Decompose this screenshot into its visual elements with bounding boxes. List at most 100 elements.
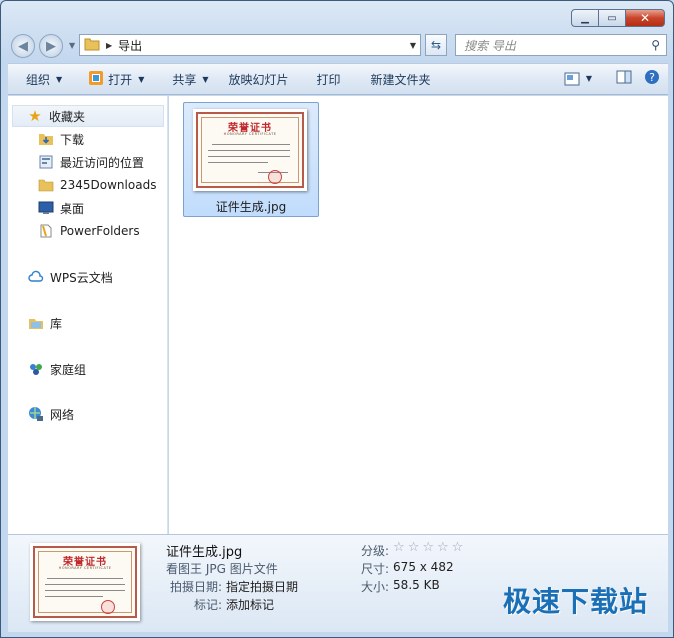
- homegroup-icon: [28, 361, 44, 377]
- slideshow-label: 放映幻灯片: [228, 72, 289, 87]
- certificate-text-line: [208, 150, 290, 151]
- date-taken-value[interactable]: 指定拍摄日期: [226, 578, 298, 595]
- nav-downloads[interactable]: 下载: [8, 128, 166, 150]
- certificate-text-line: [47, 578, 123, 579]
- file-size-value: 58.5 KB: [393, 578, 440, 592]
- breadcrumb-separator-icon[interactable]: ▶: [106, 41, 112, 50]
- desktop-icon: [38, 200, 54, 216]
- details-file-name: 证件生成.jpg: [166, 545, 243, 560]
- slideshow-button[interactable]: 放映幻灯片: [219, 64, 299, 94]
- help-icon: ?: [645, 70, 659, 84]
- star-icon[interactable]: ☆: [393, 541, 405, 559]
- nav-desktop[interactable]: 桌面: [8, 197, 166, 219]
- new-folder-label: 新建文件夹: [370, 72, 431, 87]
- nav-wps-cloud[interactable]: WPS云文档: [8, 266, 166, 288]
- file-thumbnail: 荣誉证书 HONORARY CERTIFICATE: [193, 109, 307, 191]
- details-file-type: 看图王 JPG 图片文件: [166, 562, 278, 576]
- details-file-size: 大小: 58.5 KB: [361, 578, 440, 595]
- nav-desktop-label: 桌面: [60, 201, 85, 216]
- tags-value[interactable]: 添加标记: [226, 596, 274, 613]
- forward-arrow-icon: ▶: [46, 38, 56, 54]
- nav-homegroup[interactable]: 家庭组: [8, 358, 166, 380]
- date-taken-key: 拍摄日期:: [169, 580, 222, 594]
- back-arrow-icon: ◀: [18, 38, 28, 54]
- dimensions-value: 675 x 482: [393, 560, 454, 574]
- maximize-button[interactable]: ▭: [598, 9, 626, 27]
- navigation-pane: ★ 收藏夹 下载 最近访问的位置 2345Downloads 桌面 PowerF…: [8, 96, 168, 534]
- nav-favorites-label: 收藏夹: [49, 109, 86, 124]
- nav-powerfolders-label: PowerFolders: [60, 224, 140, 238]
- nav-favorites[interactable]: ★ 收藏夹: [12, 105, 164, 127]
- rating-stars[interactable]: ☆ ☆ ☆ ☆ ☆: [393, 541, 464, 559]
- organize-button[interactable]: 组织 ▼: [8, 64, 72, 94]
- folder-icon: [84, 37, 100, 54]
- file-list: 荣誉证书 HONORARY CERTIFICATE 证件生成.jpg: [169, 96, 668, 534]
- refresh-button[interactable]: ⇆: [425, 34, 447, 56]
- file-size-key: 大小:: [361, 580, 390, 594]
- file-item[interactable]: 荣誉证书 HONORARY CERTIFICATE 证件生成.jpg: [183, 102, 319, 217]
- star-icon[interactable]: ☆: [452, 541, 464, 559]
- certificate-preview: 荣誉证书 HONORARY CERTIFICATE: [196, 112, 304, 188]
- recent-pages-dropdown[interactable]: ▼: [69, 41, 75, 50]
- certificate-subtitle: HONORARY CERTIFICATE: [58, 566, 112, 570]
- star-icon[interactable]: ☆: [408, 541, 420, 559]
- back-button[interactable]: ◀: [11, 34, 35, 58]
- nav-library[interactable]: 库: [8, 312, 166, 334]
- certificate-preview: 荣誉证书 HONORARY CERTIFICATE: [33, 546, 137, 618]
- certificate-text-line: [208, 156, 290, 157]
- address-dropdown-icon[interactable]: ▼: [410, 41, 416, 50]
- details-date-taken: 拍摄日期: 指定拍摄日期: [166, 578, 298, 595]
- nav-2345downloads-label: 2345Downloads: [60, 178, 157, 192]
- address-bar[interactable]: ▶ 导出 ▼: [79, 34, 421, 56]
- preview-pane-icon: [616, 70, 632, 84]
- powerfolders-icon: [38, 223, 54, 239]
- svg-text:?: ?: [649, 71, 655, 84]
- nav-network[interactable]: 网络: [8, 403, 166, 425]
- certificate-text-line: [45, 590, 125, 591]
- dropdown-arrow-icon: ▼: [202, 74, 209, 84]
- certificate-text-line: [208, 162, 268, 163]
- recent-places-icon: [38, 154, 54, 170]
- view-options-button[interactable]: ▼: [564, 72, 592, 86]
- minimize-button[interactable]: ▁: [571, 9, 599, 27]
- refresh-icon: ⇆: [430, 38, 442, 52]
- view-icon: [564, 72, 580, 85]
- certificate-subtitle: HONORARY CERTIFICATE: [223, 132, 277, 136]
- nav-2345downloads[interactable]: 2345Downloads: [8, 174, 166, 196]
- nav-powerfolders[interactable]: PowerFolders: [8, 220, 166, 242]
- new-folder-button[interactable]: 新建文件夹: [351, 64, 441, 94]
- share-button[interactable]: 共享 ▼: [154, 64, 218, 94]
- command-bar: 组织 ▼ 打开 ▼ 共享 ▼ 放映幻灯片 打印 新建文件夹 ▼ ?: [8, 63, 668, 95]
- open-button[interactable]: 打开 ▼: [72, 64, 154, 94]
- toolbar-right: ▼ ?: [564, 69, 660, 88]
- details-rating: 分级: ☆ ☆ ☆ ☆ ☆: [361, 541, 464, 559]
- image-viewer-icon: [88, 70, 104, 89]
- details-thumbnail: 荣誉证书 HONORARY CERTIFICATE: [30, 543, 140, 621]
- star-icon[interactable]: ☆: [437, 541, 449, 559]
- print-button[interactable]: 打印: [299, 64, 351, 94]
- dropdown-arrow-icon: ▼: [585, 74, 592, 83]
- nav-homegroup-label: 家庭组: [50, 362, 87, 377]
- details-pane: 荣誉证书 HONORARY CERTIFICATE 证件生成.jpg 看图王 J…: [8, 534, 668, 632]
- search-input[interactable]: 搜索 导出 ⚲: [455, 34, 667, 56]
- dropdown-arrow-icon: ▼: [56, 74, 63, 84]
- seal-icon: [268, 170, 282, 184]
- search-placeholder: 搜索 导出: [464, 38, 516, 53]
- help-button[interactable]: ?: [644, 69, 660, 88]
- close-button[interactable]: ✕: [625, 9, 665, 27]
- network-icon: [28, 406, 44, 422]
- folder-icon: [38, 177, 54, 193]
- forward-button[interactable]: ▶: [39, 34, 63, 58]
- seal-icon: [101, 600, 115, 614]
- nav-wps-label: WPS云文档: [50, 270, 113, 285]
- star-icon[interactable]: ☆: [422, 541, 434, 559]
- nav-downloads-label: 下载: [60, 132, 85, 147]
- preview-pane-button[interactable]: [616, 70, 632, 87]
- nav-recent-places[interactable]: 最近访问的位置: [8, 151, 166, 173]
- file-name-label[interactable]: 证件生成.jpg: [184, 198, 318, 215]
- certificate-text-line: [45, 584, 125, 585]
- tags-key: 标记:: [193, 598, 222, 612]
- breadcrumb-item[interactable]: 导出: [118, 37, 142, 54]
- search-icon[interactable]: ⚲: [651, 38, 660, 52]
- downloads-folder-icon: [38, 131, 54, 147]
